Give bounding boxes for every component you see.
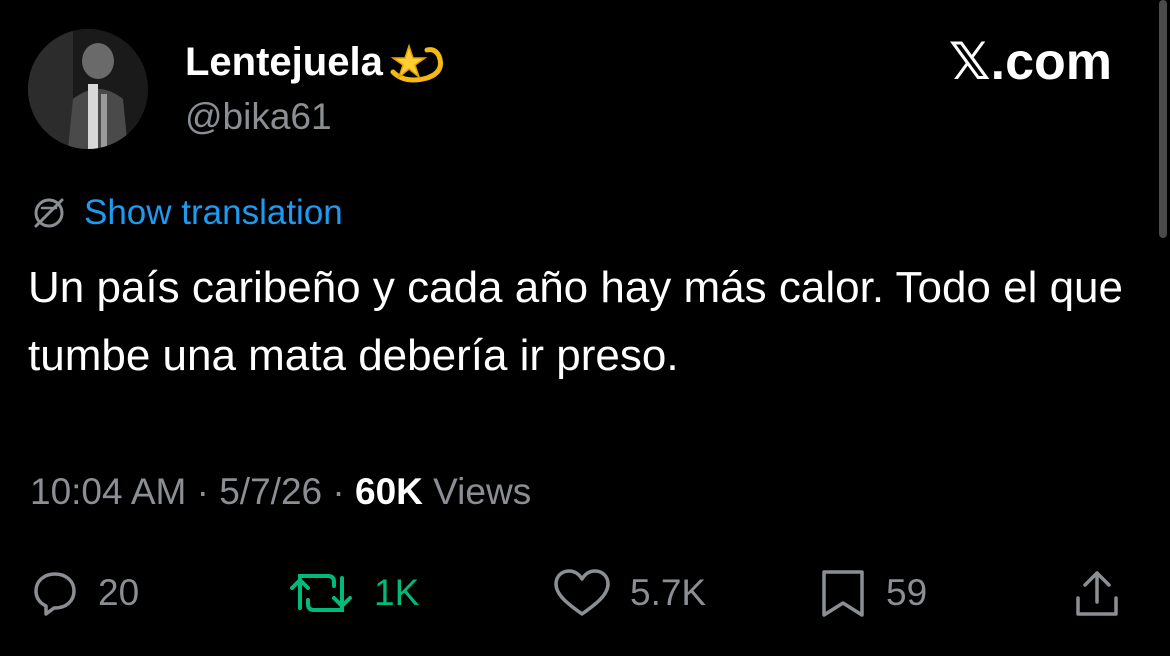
reply-icon xyxy=(34,572,76,616)
show-translation-label: Show translation xyxy=(84,193,343,232)
user-handle[interactable]: @bika61 xyxy=(185,96,332,138)
globe-icon xyxy=(34,198,64,228)
views-label: Views xyxy=(422,471,532,512)
display-name[interactable]: Lentejuela xyxy=(185,38,445,86)
share-button[interactable] xyxy=(1072,565,1122,621)
tweet-date[interactable]: 5/7/26 xyxy=(219,471,322,512)
scrollbar[interactable] xyxy=(1159,0,1167,238)
bookmark-icon xyxy=(822,570,864,617)
retweet-icon xyxy=(290,574,352,612)
tweet-time[interactable]: 10:04 AM xyxy=(30,471,186,512)
tweet-text: Un país caribeño y cada año hay más calo… xyxy=(28,263,1123,380)
action-bar: 20 1K 5.7K 59 xyxy=(0,565,1170,621)
like-count: 5.7K xyxy=(630,572,707,613)
views-count[interactable]: 60K xyxy=(355,471,423,512)
brand-watermark: 𝕏.com xyxy=(948,33,1112,91)
reply-count: 20 xyxy=(98,572,140,613)
dizzy-star-icon xyxy=(387,38,445,86)
avatar[interactable] xyxy=(28,29,148,149)
share-icon xyxy=(1076,571,1118,616)
bookmark-count: 59 xyxy=(886,572,928,613)
retweet-count: 1K xyxy=(374,572,420,613)
show-translation-link[interactable]: Show translation xyxy=(30,193,343,233)
display-name-text: Lentejuela xyxy=(185,39,383,84)
heart-icon xyxy=(554,569,610,616)
bookmark-button[interactable]: 59 xyxy=(818,565,927,621)
retweet-button[interactable]: 1K xyxy=(286,565,419,621)
meta-separator: · xyxy=(186,471,220,512)
reply-button[interactable]: 20 xyxy=(30,565,139,621)
meta-separator: · xyxy=(322,471,355,512)
tweet-meta: 10:04 AM · 5/7/26 · 60K Views xyxy=(30,471,531,513)
like-button[interactable]: 5.7K xyxy=(552,565,706,621)
avatar-photo xyxy=(28,29,148,149)
